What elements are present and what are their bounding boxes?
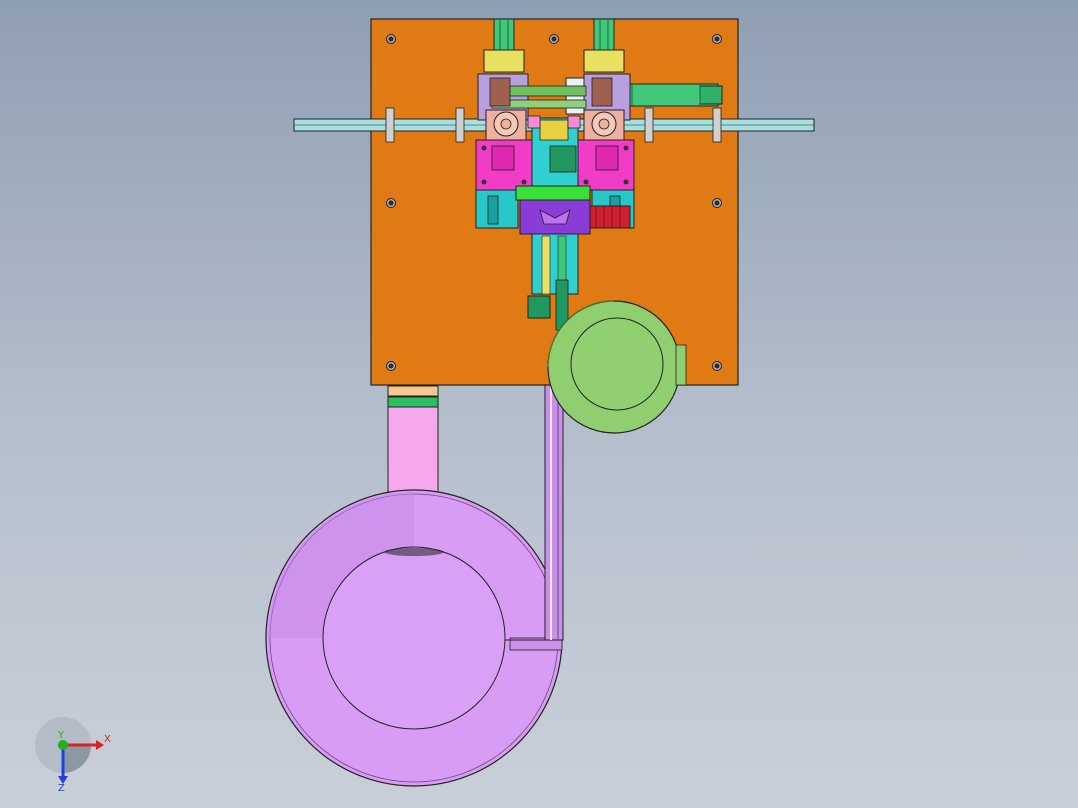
cad-viewport[interactable]: X Y Z <box>0 0 1078 808</box>
y-axis-label: Y <box>57 730 65 741</box>
axis-triad: X Y Z <box>35 717 111 794</box>
cad-drawing[interactable]: X Y Z <box>0 0 1078 808</box>
x-axis-label: X <box>104 734 111 745</box>
large-bowl-feeder[interactable] <box>265 385 563 787</box>
z-axis-label: Z <box>58 783 65 794</box>
